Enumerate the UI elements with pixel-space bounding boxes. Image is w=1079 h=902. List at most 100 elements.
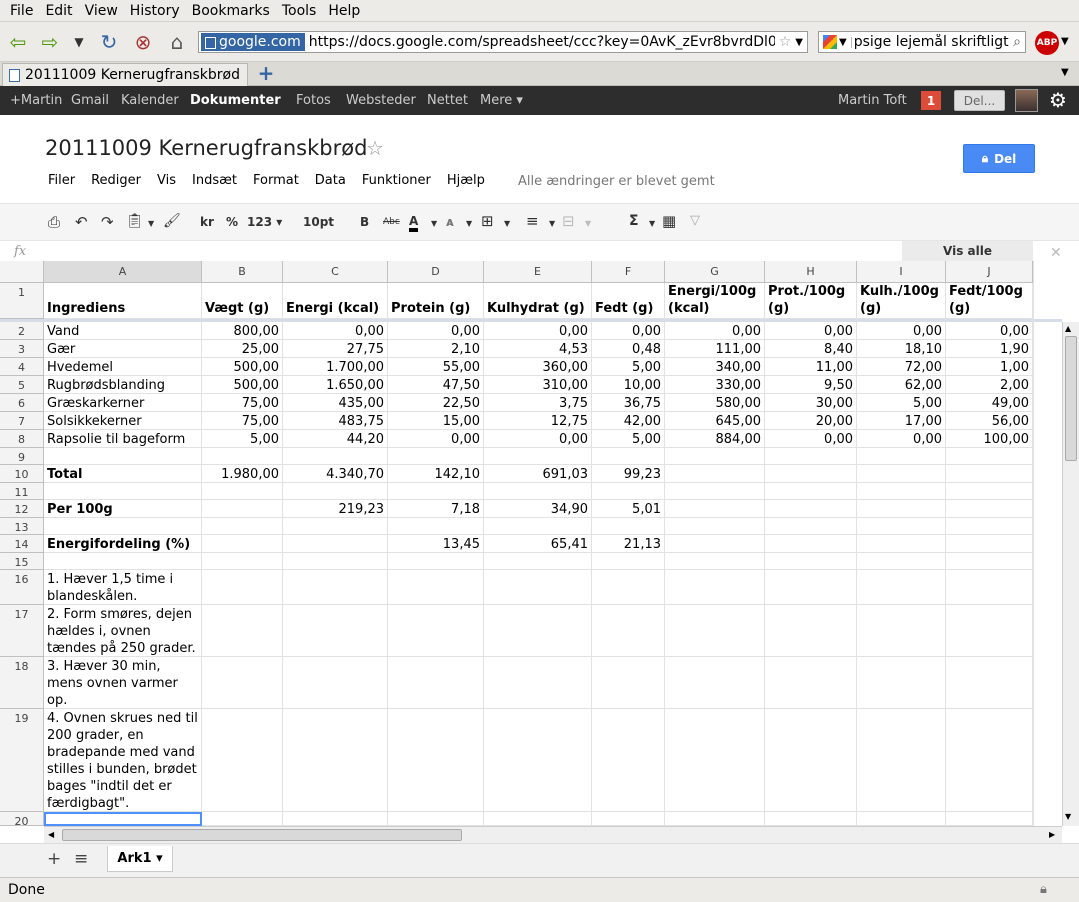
gbar-link-3[interactable]: Dokumenter: [190, 93, 281, 108]
cell-b1[interactable]: Vægt (g): [202, 283, 283, 319]
cell-b6[interactable]: 75,00: [202, 394, 283, 412]
column-header-b[interactable]: B: [202, 261, 283, 283]
scroll-down-icon[interactable]: ▼: [1065, 812, 1071, 821]
borders-icon[interactable]: ⊞: [481, 212, 494, 230]
cell-c11[interactable]: [283, 483, 388, 500]
row-header[interactable]: 17: [0, 605, 44, 657]
cell-d9[interactable]: [388, 448, 484, 465]
cell-i11[interactable]: [857, 483, 946, 500]
close-icon[interactable]: ✕: [1050, 245, 1062, 261]
cell-e2[interactable]: 0,00: [484, 322, 592, 340]
cell-b7[interactable]: 75,00: [202, 412, 283, 430]
url-text[interactable]: https://docs.google.com/spreadsheet/ccc?…: [305, 34, 775, 50]
cell-i10[interactable]: [857, 465, 946, 483]
cell-b8[interactable]: 5,00: [202, 430, 283, 448]
cell-e15[interactable]: [484, 553, 592, 570]
cell-d19[interactable]: [388, 709, 484, 812]
scroll-right-icon[interactable]: ▶: [1049, 830, 1055, 839]
gbar-link-4[interactable]: Fotos: [296, 93, 331, 108]
cell-a14[interactable]: Energifordeling (%): [44, 535, 202, 553]
cell-a11[interactable]: [44, 483, 202, 500]
cell-i15[interactable]: [857, 553, 946, 570]
cell-f3[interactable]: 0,48: [592, 340, 665, 358]
cell-e20[interactable]: [484, 812, 592, 826]
cell-b9[interactable]: [202, 448, 283, 465]
cell-e16[interactable]: [484, 570, 592, 605]
search-engine-dropdown-icon[interactable]: ▼: [839, 36, 852, 48]
url-site-badge[interactable]: google.com: [201, 33, 305, 51]
cell-d10[interactable]: 142,10: [388, 465, 484, 483]
cell-d5[interactable]: 47,50: [388, 376, 484, 394]
cell-j19[interactable]: [946, 709, 1033, 812]
cell-d4[interactable]: 55,00: [388, 358, 484, 376]
cell-a2[interactable]: Vand: [44, 322, 202, 340]
align-dropdown-icon[interactable]: ▼: [549, 219, 555, 228]
cell-f1[interactable]: Fedt (g): [592, 283, 665, 319]
user-name[interactable]: Martin Toft: [838, 93, 907, 108]
scroll-up-icon[interactable]: ▲: [1065, 324, 1071, 333]
cell-b15[interactable]: [202, 553, 283, 570]
cell-c7[interactable]: 483,75: [283, 412, 388, 430]
browser-menu-file[interactable]: File: [4, 3, 39, 19]
cell-j3[interactable]: 1,90: [946, 340, 1033, 358]
cell-c2[interactable]: 0,00: [283, 322, 388, 340]
cell-h4[interactable]: 11,00: [765, 358, 857, 376]
cell-h7[interactable]: 20,00: [765, 412, 857, 430]
cell-c17[interactable]: [283, 605, 388, 657]
cell-c19[interactable]: [283, 709, 388, 812]
add-sheet-button[interactable]: +: [47, 849, 61, 869]
cell-h19[interactable]: [765, 709, 857, 812]
cell-a3[interactable]: Gær: [44, 340, 202, 358]
search-icon[interactable]: ⌕: [1009, 34, 1025, 50]
browser-menu-help[interactable]: Help: [322, 3, 366, 19]
cell-h11[interactable]: [765, 483, 857, 500]
stop-icon[interactable]: ⊗: [130, 30, 156, 54]
gbar-link-7[interactable]: Mere ▾: [480, 93, 523, 108]
cell-i6[interactable]: 5,00: [857, 394, 946, 412]
cell-h8[interactable]: 0,00: [765, 430, 857, 448]
cell-g20[interactable]: [665, 812, 765, 826]
cell-h15[interactable]: [765, 553, 857, 570]
cell-f4[interactable]: 5,00: [592, 358, 665, 376]
cell-j12[interactable]: [946, 500, 1033, 518]
cell-j10[interactable]: [946, 465, 1033, 483]
row-header[interactable]: 10: [0, 465, 44, 483]
row-header[interactable]: 16: [0, 570, 44, 605]
cell-j17[interactable]: [946, 605, 1033, 657]
grid-corner[interactable]: [0, 261, 44, 283]
row-header[interactable]: 18: [0, 657, 44, 709]
cell-d20[interactable]: [388, 812, 484, 826]
cell-e11[interactable]: [484, 483, 592, 500]
cell-e12[interactable]: 34,90: [484, 500, 592, 518]
cell-j7[interactable]: 56,00: [946, 412, 1033, 430]
cell-f20[interactable]: [592, 812, 665, 826]
row-header[interactable]: 20: [0, 812, 44, 826]
cell-e18[interactable]: [484, 657, 592, 709]
column-header-d[interactable]: D: [388, 261, 484, 283]
cell-g1[interactable]: Energi/100g (kcal): [665, 283, 765, 319]
cell-c10[interactable]: 4.340,70: [283, 465, 388, 483]
cell-j18[interactable]: [946, 657, 1033, 709]
back-icon[interactable]: ⇦: [5, 30, 31, 54]
cell-a17[interactable]: 2. Form smøres, dejen hældes i, ovnen tæ…: [44, 605, 202, 657]
cell-j4[interactable]: 1,00: [946, 358, 1033, 376]
cell-h9[interactable]: [765, 448, 857, 465]
cell-f14[interactable]: 21,13: [592, 535, 665, 553]
cell-a20[interactable]: [44, 812, 202, 826]
cell-d14[interactable]: 13,45: [388, 535, 484, 553]
cell-d6[interactable]: 22,50: [388, 394, 484, 412]
cell-a18[interactable]: 3. Hæver 30 min, mens ovnen varmer op.: [44, 657, 202, 709]
gbar-link-1[interactable]: Gmail: [71, 93, 109, 108]
cell-b13[interactable]: [202, 518, 283, 535]
font-size-select[interactable]: 10pt: [303, 215, 334, 229]
share-button[interactable]: 🔒︎ Del: [963, 144, 1035, 173]
strikethrough-button[interactable]: Abc: [383, 217, 400, 227]
cell-b3[interactable]: 25,00: [202, 340, 283, 358]
cell-g17[interactable]: [665, 605, 765, 657]
cell-c20[interactable]: [283, 812, 388, 826]
cell-h5[interactable]: 9,50: [765, 376, 857, 394]
cell-a19[interactable]: 4. Ovnen skrues ned til 200 grader, en b…: [44, 709, 202, 812]
cell-b17[interactable]: [202, 605, 283, 657]
chart-icon[interactable]: ▦: [662, 212, 676, 230]
cell-c4[interactable]: 1.700,00: [283, 358, 388, 376]
